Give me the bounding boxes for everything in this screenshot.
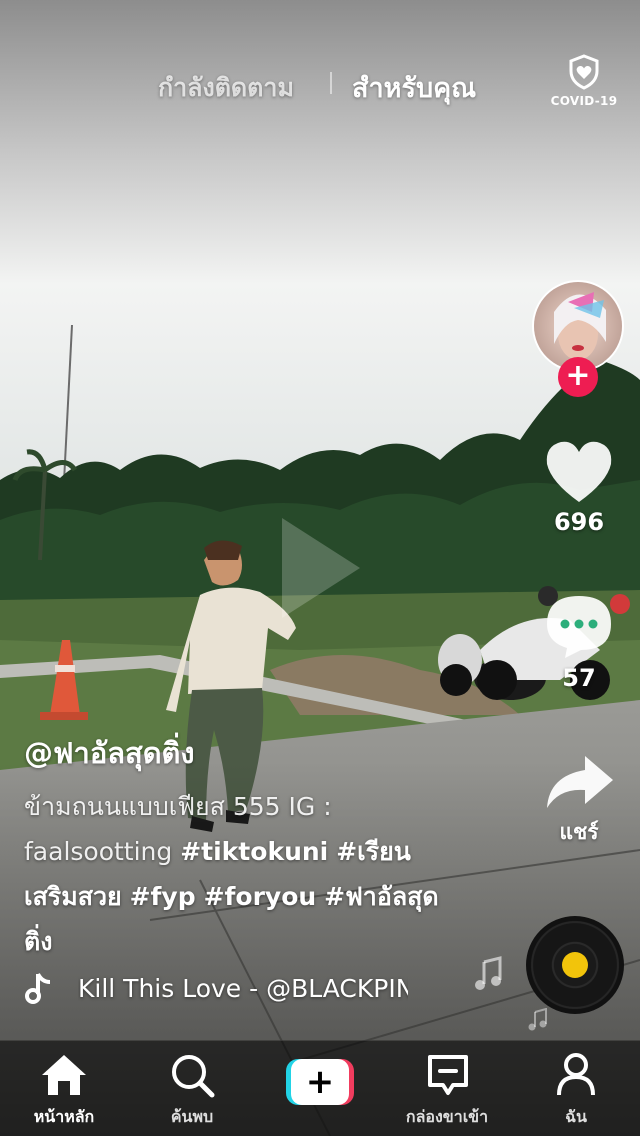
search-icon xyxy=(172,1055,215,1098)
hashtag[interactable]: #tiktokuni xyxy=(180,837,328,866)
hashtag[interactable]: #foryou xyxy=(204,882,317,911)
nav-profile[interactable]: ฉัน xyxy=(534,1041,618,1136)
nav-inbox-label: กล่องขาเข้า xyxy=(405,1107,489,1126)
comment-count: 57 xyxy=(562,664,596,692)
nav-profile-label: ฉัน xyxy=(565,1107,587,1126)
share-button[interactable]: แชร์ xyxy=(540,752,618,849)
inbox-icon xyxy=(428,1055,468,1095)
comment-icon xyxy=(547,596,611,658)
floating-note-icon xyxy=(475,956,502,990)
share-arrow-icon xyxy=(547,756,613,808)
tab-divider xyxy=(330,72,332,94)
follow-button[interactable]: + xyxy=(558,357,598,397)
music-info[interactable]: Kill This Love - @BLACKPINK xyxy=(24,968,424,1012)
comment-button[interactable]: 57 xyxy=(540,592,618,692)
music-disc[interactable] xyxy=(526,916,624,1014)
covid-button[interactable]: COVID-19 xyxy=(548,54,620,108)
share-label: แชร์ xyxy=(559,820,599,844)
video-feed-screen[interactable]: กำลังติดตาม สำหรับคุณ COVID-19 + 696 57 … xyxy=(0,0,640,1136)
creator-username[interactable]: @ฟาอัลสุดติ่ง xyxy=(24,730,195,776)
shield-heart-icon xyxy=(569,54,599,90)
video-caption[interactable]: ข้ามถนนแบบเฟียส 555 IG : faalsootting #t… xyxy=(24,784,444,964)
music-title: Kill This Love - @BLACKPINK xyxy=(78,974,408,1003)
like-count: 696 xyxy=(553,508,605,536)
profile-icon xyxy=(557,1053,595,1096)
top-bar: กำลังติดตาม สำหรับคุณ COVID-19 xyxy=(0,50,640,120)
home-icon xyxy=(42,1055,86,1095)
covid-label: COVID-19 xyxy=(550,94,618,108)
music-note-icon xyxy=(25,973,51,1004)
nav-inbox[interactable]: กล่องขาเข้า xyxy=(392,1041,502,1136)
nav-home-label: หน้าหลัก xyxy=(33,1107,95,1126)
hashtag[interactable]: #fyp xyxy=(130,882,196,911)
tab-for-you[interactable]: สำหรับคุณ xyxy=(352,66,476,109)
disc-label xyxy=(562,952,588,978)
nav-discover[interactable]: ค้นพบ xyxy=(142,1041,242,1136)
tab-following[interactable]: กำลังติดตาม xyxy=(158,68,294,108)
plus-icon: + xyxy=(291,1059,349,1105)
bottom-nav: หน้าหลัก ค้นพบ + กล่องขาเข้า ฉัน xyxy=(0,1040,640,1136)
floating-note-icon xyxy=(528,1008,547,1031)
like-button[interactable]: 696 xyxy=(540,438,618,536)
nav-home[interactable]: หน้าหลัก xyxy=(14,1041,114,1136)
nav-discover-label: ค้นพบ xyxy=(170,1107,214,1126)
heart-icon xyxy=(546,441,612,502)
create-video-button[interactable]: + xyxy=(286,1059,354,1105)
